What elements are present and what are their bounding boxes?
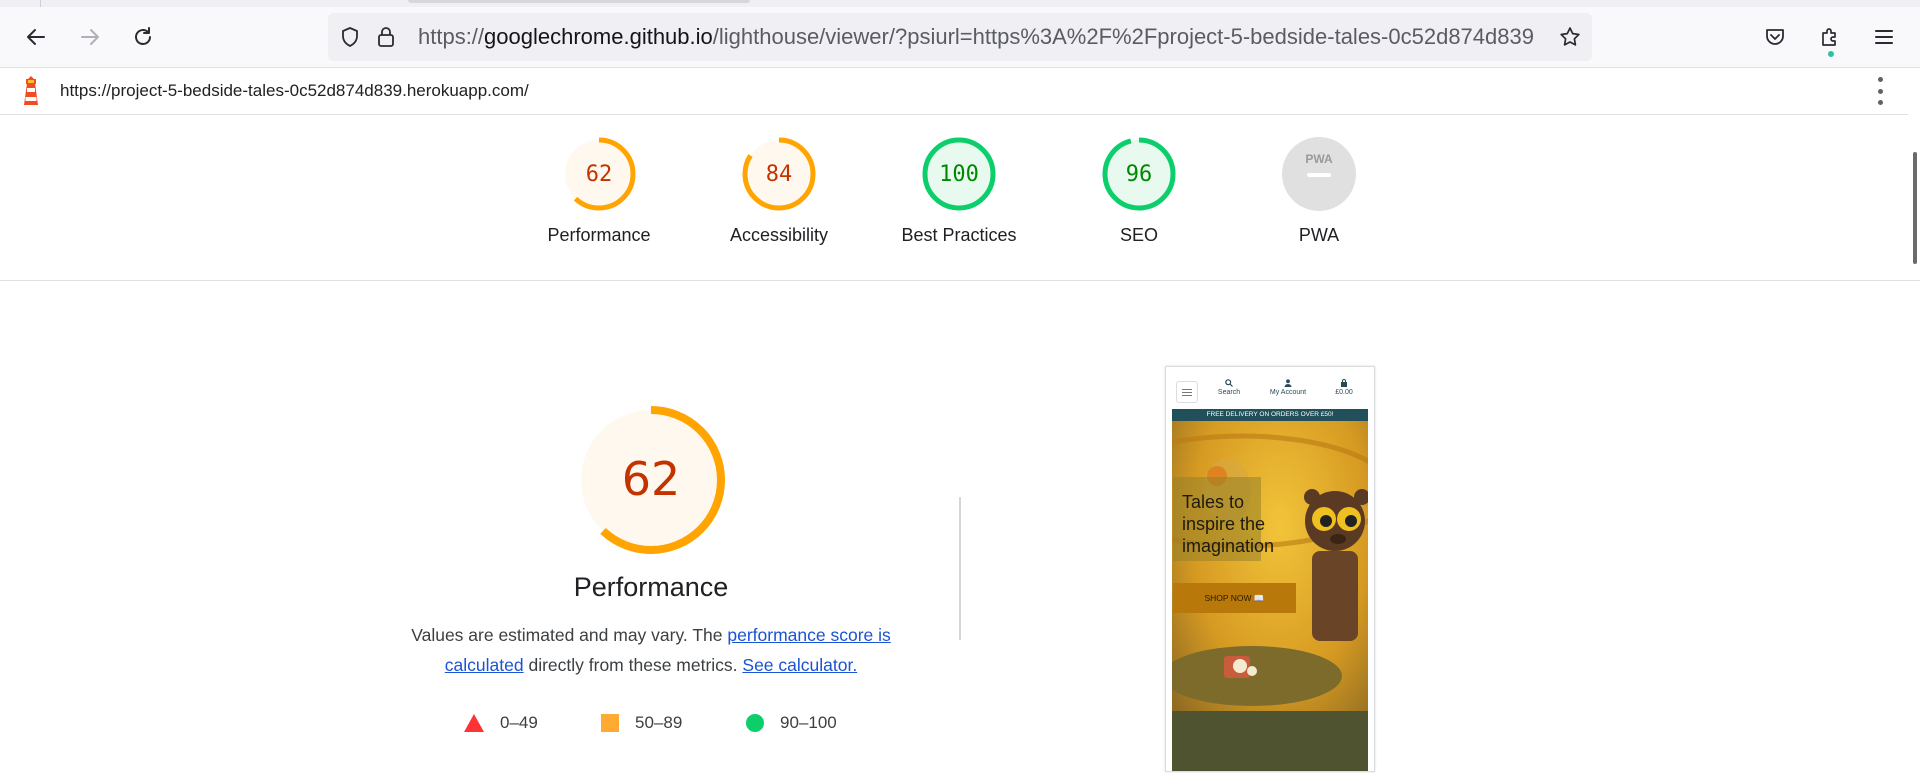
pwa-badge-text: PWA [1305,152,1333,166]
gauge-score: 100 [939,162,979,187]
arrow-right-icon [81,29,99,45]
performance-title: Performance [573,572,729,602]
gauge-accessibility[interactable]: 84 Accessibility [689,137,869,246]
gauge-score: 96 [1126,162,1153,187]
see-calculator-link[interactable]: See calculator. [742,655,857,675]
screenshot-shop-now-button: SHOP NOW 📖 [1173,583,1296,613]
extensions-button[interactable] [1812,19,1848,57]
url-text[interactable]: https://googlechrome.github.io/lighthous… [418,13,1536,61]
gauge-ring: 62 [562,137,636,211]
legend-average: 50–89 [601,711,682,735]
green-circle-icon [746,714,764,732]
lock-icon[interactable] [374,25,398,49]
pwa-badge-icon: PWA [1282,137,1356,211]
reload-button[interactable] [125,19,161,55]
search-icon [1225,379,1233,387]
url-host: googlechrome.github.io [484,24,713,49]
browser-toolbar: https://googlechrome.github.io/lighthous… [0,7,1920,68]
screenshot-navbar: Search My Account £0.00 [1172,373,1368,409]
legend-pass: 90–100 [746,711,837,735]
desc-text-2: directly from these metrics. [523,655,743,675]
shield-icon[interactable] [338,25,362,49]
bag-icon [1341,379,1347,387]
hamburger-icon [1875,30,1893,44]
user-icon [1284,379,1292,387]
app-menu-button[interactable] [1866,19,1902,55]
arrow-left-icon [27,29,45,45]
url-path: /lighthouse/viewer/?psiurl=https%3A%2F%2… [712,24,1536,49]
tested-url: https://project-5-bedside-tales-0c52d874… [60,81,529,100]
gauge-performance[interactable]: 62 Performance [509,137,689,246]
url-prefix: https:// [418,24,485,49]
screenshot-hamburger-icon [1176,381,1198,403]
screenshot-hero-text: Tales to inspire the imagination [1182,492,1275,556]
bookmark-star-icon[interactable] [1558,25,1582,49]
scores-summary: 62 Performance 84 Accessibility 100 Best… [0,115,1920,281]
screenshot-nav-account: My Account [1264,379,1312,396]
legend-fail: 0–49 [464,711,538,735]
lighthouse-topbar: https://project-5-bedside-tales-0c52d874… [0,68,1920,115]
pocket-button[interactable] [1757,19,1793,55]
gauge-label: Accessibility [729,225,829,245]
screenshot-nav-basket-label: £0.00 [1335,389,1353,396]
screenshot-nav-account-label: My Account [1269,389,1307,396]
gauge-ring: 100 [922,137,996,211]
legend-pass-label: 90–100 [780,713,837,732]
final-screenshot[interactable]: Search My Account £0.00 FREE DELIVERY ON… [1165,366,1375,772]
active-tab[interactable] [408,0,750,3]
reload-icon [135,27,151,45]
screenshot-nav-search-label: Search [1217,389,1241,396]
gauge-pwa[interactable]: PWA PWA [1229,137,1409,246]
gauge-label: SEO [1119,225,1158,245]
orange-square-icon [601,714,619,732]
gauge-label: Performance [547,225,651,245]
screenshot-delivery-banner: FREE DELIVERY ON ORDERS OVER £50! [1172,409,1368,421]
performance-score: 62 [622,452,681,506]
gauge-ring: 96 [1102,137,1176,211]
legend-average-label: 50–89 [635,713,683,732]
gauge-score: 84 [766,162,793,187]
gauge-label: Best Practices [901,225,1017,245]
screenshot-nav-search: Search [1214,379,1244,396]
lighthouse-logo-icon [24,76,38,105]
section-divider [959,497,961,640]
gauge-label: PWA [1298,225,1340,245]
gauge-score: 62 [586,162,613,187]
extension-dot [1828,51,1834,57]
back-button[interactable] [18,19,54,55]
legend-fail-label: 0–49 [500,713,538,732]
gauge-best-practices[interactable]: 100 Best Practices [869,137,1049,246]
tab-separator [40,0,41,7]
tab-strip [0,0,1920,7]
performance-large-gauge: 62 [577,406,725,554]
gauge-seo[interactable]: 96 SEO [1049,137,1229,246]
performance-description: Values are estimated and may vary. The p… [396,620,906,680]
pocket-icon [1766,29,1784,45]
red-triangle-icon [464,714,484,732]
report-menu-button[interactable] [1870,77,1890,105]
puzzle-icon [1822,28,1836,46]
screenshot-nav-basket: £0.00 [1330,379,1358,396]
address-bar[interactable]: https://googlechrome.github.io/lighthous… [328,13,1592,61]
gauge-ring: 84 [742,137,816,211]
forward-button[interactable] [72,19,108,55]
desc-text-1: Values are estimated and may vary. The [411,625,728,645]
